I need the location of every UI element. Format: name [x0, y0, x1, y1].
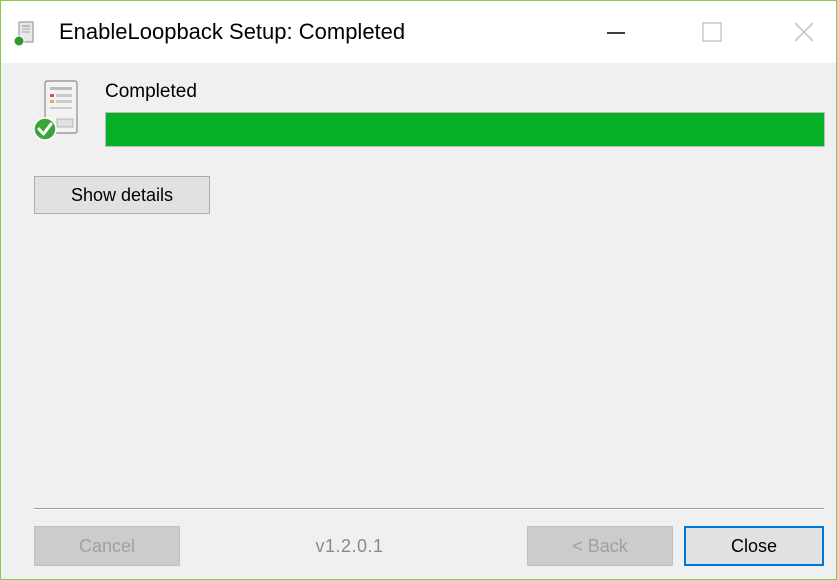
footer-separator	[34, 508, 824, 510]
show-details-button[interactable]: Show details	[34, 176, 210, 214]
progress-bar	[105, 112, 825, 147]
window-title: EnableLoopback Setup: Completed	[59, 19, 406, 44]
maximize-icon	[702, 22, 722, 42]
status-label: Completed	[105, 81, 197, 102]
setup-window: EnableLoopback Setup: Completed Complete…	[0, 0, 837, 580]
minimize-icon[interactable]	[593, 15, 637, 49]
installer-icon	[13, 21, 34, 47]
title-bar[interactable]: EnableLoopback Setup: Completed	[1, 1, 836, 63]
cancel-button: Cancel	[34, 526, 180, 566]
installer-completed-icon	[33, 80, 78, 141]
progress-fill	[106, 113, 824, 146]
back-button: < Back	[527, 526, 673, 566]
version-text: v1.2.0.1	[315, 536, 384, 556]
close-button[interactable]: Close	[684, 526, 824, 566]
close-icon	[794, 22, 814, 42]
